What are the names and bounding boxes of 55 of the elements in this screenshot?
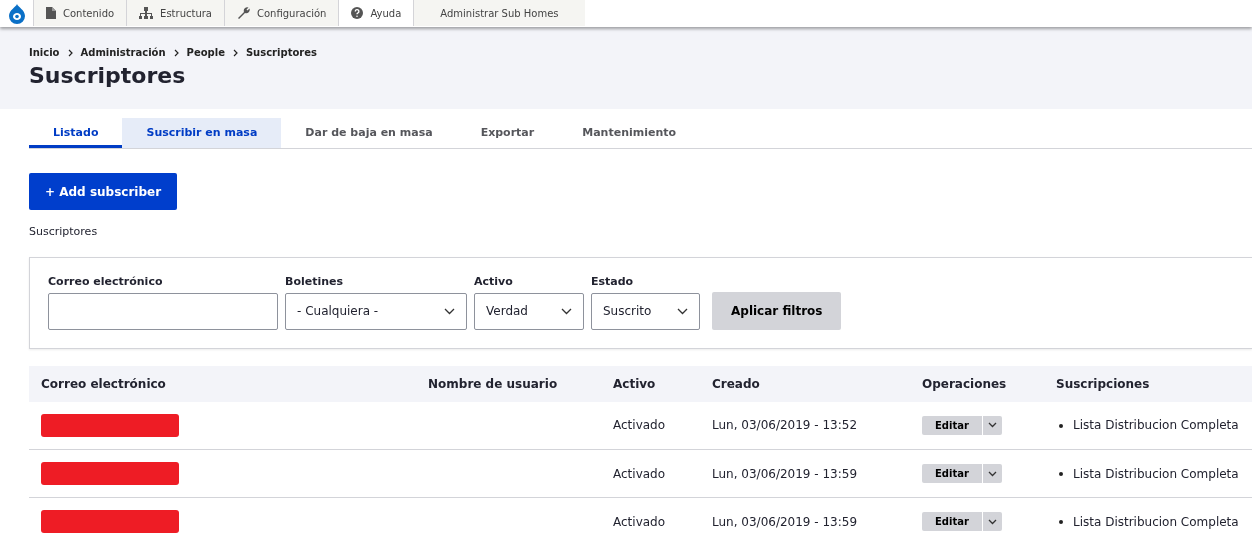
table-cell: Activado bbox=[601, 497, 700, 544]
help-icon bbox=[351, 7, 364, 19]
toolbar-item[interactable]: Configuración bbox=[224, 0, 339, 26]
select-field[interactable]: Verdad bbox=[474, 292, 584, 330]
wrench-icon bbox=[237, 6, 250, 20]
column-header: Correo electrónico bbox=[29, 365, 416, 402]
column-header: Nombre de usuario bbox=[416, 365, 601, 402]
subscription-item: Lista Distribucion Completa bbox=[1073, 418, 1239, 433]
column-header: Suscripciones bbox=[1044, 365, 1252, 402]
tab[interactable]: Mantenimiento bbox=[558, 118, 701, 148]
table-cell: Activado bbox=[601, 401, 700, 450]
tab[interactable]: Listado bbox=[29, 118, 123, 148]
field-label: Activo bbox=[474, 274, 513, 290]
chevron-down-icon bbox=[677, 307, 688, 315]
breadcrumb-link[interactable]: People bbox=[186, 45, 225, 60]
drupal-logo-icon[interactable] bbox=[8, 3, 25, 24]
add-subscriber-button[interactable]: + Add subscriber bbox=[29, 173, 178, 210]
select-field[interactable]: Suscrito bbox=[591, 292, 700, 330]
subscription-item: Lista Distribucion Completa bbox=[1073, 466, 1239, 481]
chevron-down-icon bbox=[987, 470, 997, 477]
tab[interactable]: Suscribir en masa bbox=[122, 118, 282, 148]
page-icon bbox=[46, 7, 56, 19]
bullet-icon bbox=[1059, 472, 1063, 476]
table-cell: Lun, 03/06/2019 - 13:59 bbox=[700, 449, 910, 498]
toolbar-item[interactable]: Ayuda bbox=[338, 0, 414, 26]
column-header: Operaciones bbox=[910, 365, 1044, 402]
chevron-down-icon bbox=[561, 307, 572, 315]
section-label: Suscriptores bbox=[29, 224, 98, 240]
column-header: Creado bbox=[700, 365, 910, 402]
breadcrumb-link[interactable]: Suscriptores bbox=[245, 45, 317, 60]
page-title: Suscriptores bbox=[29, 63, 187, 90]
chevron-down-icon bbox=[444, 307, 455, 315]
subscription-item: Lista Distribucion Completa bbox=[1073, 514, 1239, 529]
apply-filters-button[interactable]: Aplicar filtros bbox=[712, 291, 842, 330]
toolbar-item[interactable]: Estructura bbox=[126, 0, 224, 26]
field-label: Correo electrónico bbox=[48, 274, 163, 290]
tab[interactable]: Dar de baja en masa bbox=[281, 118, 457, 148]
toolbar-item[interactable]: Administrar Sub Homes bbox=[413, 0, 585, 26]
field-label: Boletines bbox=[285, 274, 344, 290]
email-input-field[interactable] bbox=[48, 292, 278, 330]
breadcrumb-link[interactable]: Inicio bbox=[29, 45, 60, 60]
breadcrumb-link[interactable]: Administración bbox=[80, 45, 166, 60]
table-cell: Lun, 03/06/2019 - 13:52 bbox=[700, 401, 910, 450]
hierarchy-icon bbox=[139, 7, 154, 19]
bullet-icon bbox=[1059, 520, 1063, 524]
chevron-down-icon bbox=[987, 518, 997, 525]
tab[interactable]: Exportar bbox=[456, 118, 559, 148]
field-label: Estado bbox=[591, 274, 634, 290]
chevron-down-icon bbox=[987, 422, 997, 429]
table-cell: Activado bbox=[601, 449, 700, 498]
column-header: Activo bbox=[601, 365, 700, 402]
toolbar-item[interactable]: Contenido bbox=[33, 0, 127, 26]
table-cell: Lun, 03/06/2019 - 13:59 bbox=[700, 497, 910, 544]
bullet-icon bbox=[1059, 423, 1063, 428]
select-field[interactable]: - Cualquiera - bbox=[285, 292, 467, 330]
